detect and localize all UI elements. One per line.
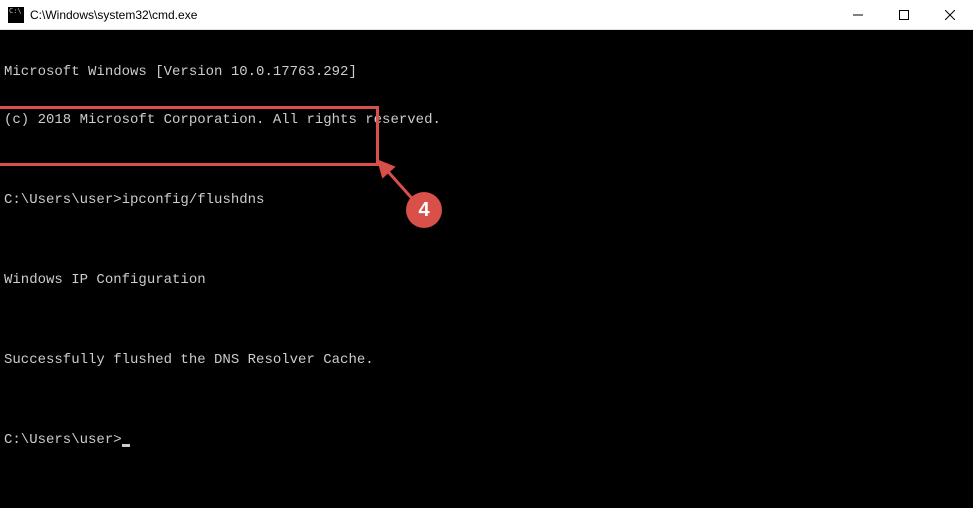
titlebar[interactable]: C:\Windows\system32\cmd.exe <box>0 0 973 30</box>
minimize-icon <box>853 10 863 20</box>
close-button[interactable] <box>927 0 973 30</box>
window-controls <box>835 0 973 29</box>
prompt-command: ipconfig/flushdns <box>122 192 265 208</box>
window-title: C:\Windows\system32\cmd.exe <box>30 8 835 22</box>
prompt-prefix: C:\Users\user> <box>4 192 122 208</box>
terminal-output-line: Successfully flushed the DNS Resolver Ca… <box>4 352 969 368</box>
terminal-area[interactable]: Microsoft Windows [Version 10.0.17763.29… <box>0 30 973 508</box>
minimize-button[interactable] <box>835 0 881 30</box>
prompt-prefix: C:\Users\user> <box>4 432 122 448</box>
cmd-window: C:\Windows\system32\cmd.exe Microsoft Wi… <box>0 0 973 508</box>
cursor <box>122 444 130 447</box>
maximize-icon <box>899 10 909 20</box>
terminal-prompt-line: C:\Users\user> <box>4 432 969 448</box>
close-icon <box>945 10 955 20</box>
terminal-output-line: (c) 2018 Microsoft Corporation. All righ… <box>4 112 969 128</box>
terminal-output-line: Microsoft Windows [Version 10.0.17763.29… <box>4 64 969 80</box>
terminal-output-line: Windows IP Configuration <box>4 272 969 288</box>
cmd-icon <box>8 7 24 23</box>
terminal-prompt-line: C:\Users\user>ipconfig/flushdns <box>4 192 969 208</box>
maximize-button[interactable] <box>881 0 927 30</box>
